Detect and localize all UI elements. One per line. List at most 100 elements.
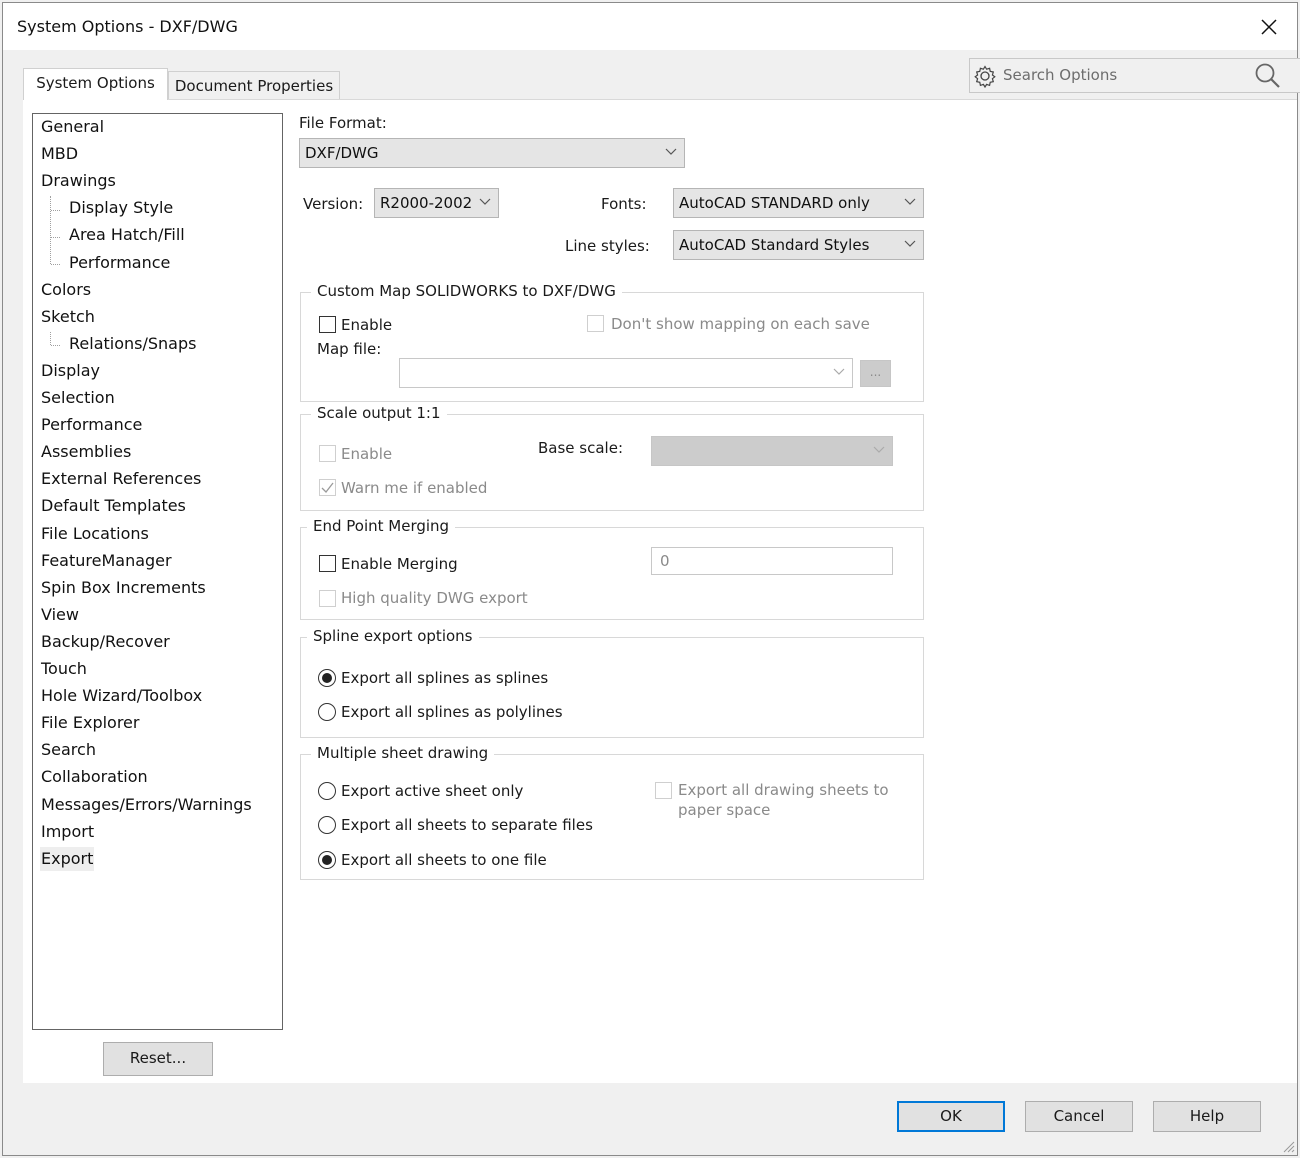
fonts-value: AutoCAD STANDARD only: [679, 194, 870, 212]
tree-item[interactable]: Backup/Recover: [40, 630, 171, 654]
tree-item[interactable]: Performance: [68, 251, 171, 275]
tree-item[interactable]: View: [40, 603, 80, 627]
paper-space-label-line2: paper space: [678, 801, 771, 819]
tree-item[interactable]: Touch: [40, 657, 88, 681]
tree-item[interactable]: Search: [40, 738, 97, 762]
high-quality-dwg-checkbox[interactable]: [319, 590, 336, 607]
chevron-down-icon: [873, 446, 885, 453]
tree-item[interactable]: Collaboration: [40, 765, 149, 789]
tree-item[interactable]: File Explorer: [40, 711, 140, 735]
resize-grip-icon[interactable]: [1281, 1139, 1295, 1153]
tree-item[interactable]: General: [40, 115, 105, 139]
end-point-merging-title: End Point Merging: [307, 517, 456, 535]
tree-item[interactable]: Drawings: [40, 169, 117, 193]
tree-item[interactable]: Export: [40, 846, 95, 871]
version-label: Version:: [303, 195, 364, 213]
ok-button[interactable]: OK: [897, 1101, 1005, 1132]
tree-item[interactable]: Display Style: [68, 196, 174, 220]
help-button[interactable]: Help: [1153, 1101, 1261, 1132]
merge-tolerance-input[interactable]: 0: [651, 547, 893, 575]
warn-if-enabled-label: Warn me if enabled: [341, 479, 488, 497]
file-format-dropdown[interactable]: DXF/DWG: [299, 138, 685, 168]
tree-connector-line: [51, 345, 60, 347]
fonts-dropdown[interactable]: AutoCAD STANDARD only: [673, 188, 924, 218]
custom-map-title: Custom Map SOLIDWORKS to DXF/DWG: [311, 282, 622, 300]
high-quality-dwg-label: High quality DWG export: [341, 589, 528, 607]
map-file-dropdown[interactable]: [399, 358, 853, 388]
tree-item[interactable]: Messages/Errors/Warnings: [40, 793, 253, 817]
tree-item[interactable]: FeatureManager: [40, 549, 173, 573]
export-separate-files-label: Export all sheets to separate files: [341, 816, 593, 834]
close-icon: [1261, 19, 1277, 35]
chevron-down-icon: [665, 148, 677, 155]
line-styles-dropdown[interactable]: AutoCAD Standard Styles: [673, 230, 924, 260]
window-title: System Options - DXF/DWG: [17, 17, 238, 36]
chevron-down-icon: [833, 368, 845, 375]
scale-enable-checkbox[interactable]: [319, 445, 336, 462]
tree-item[interactable]: File Locations: [40, 522, 150, 546]
chevron-down-icon: [904, 198, 916, 205]
search-icon[interactable]: [1254, 62, 1282, 90]
tree-item[interactable]: Relations/Snaps: [68, 332, 197, 356]
custom-map-enable-label: Enable: [341, 316, 393, 334]
base-scale-label: Base scale:: [538, 439, 623, 457]
gear-icon: [974, 65, 996, 88]
splines-as-polylines-label: Export all splines as polylines: [341, 703, 563, 721]
tree-item[interactable]: Sketch: [40, 305, 96, 329]
scale-enable-label: Enable: [341, 445, 393, 463]
tree-item[interactable]: Selection: [40, 386, 116, 410]
tab-system-options[interactable]: System Options: [23, 68, 168, 100]
reset-button[interactable]: Reset...: [103, 1042, 213, 1076]
line-styles-label: Line styles:: [565, 237, 650, 255]
search-input[interactable]: Search Options: [1003, 66, 1117, 84]
line-styles-value: AutoCAD Standard Styles: [679, 236, 870, 254]
splines-as-polylines-radio[interactable]: [318, 703, 336, 721]
checkmark-icon: [321, 482, 334, 493]
base-scale-dropdown[interactable]: [651, 436, 893, 466]
export-one-file-radio[interactable]: [318, 851, 336, 869]
title-bar: System Options - DXF/DWG: [3, 3, 1297, 50]
browse-map-file-button[interactable]: ...: [860, 360, 891, 387]
version-dropdown[interactable]: R2000-2002: [374, 188, 499, 218]
merge-tolerance-value: 0: [660, 552, 670, 570]
export-one-file-label: Export all sheets to one file: [341, 851, 547, 869]
spline-export-group: Spline export options: [300, 627, 924, 738]
dont-show-mapping-label: Don't show mapping on each save: [611, 315, 870, 333]
map-file-label: Map file:: [317, 340, 382, 358]
cancel-button[interactable]: Cancel: [1025, 1101, 1133, 1132]
search-options-box[interactable]: Search Options: [969, 58, 1300, 93]
chevron-down-icon: [479, 198, 491, 205]
close-button[interactable]: [1253, 11, 1285, 43]
tree-connector-line: [51, 209, 60, 211]
splines-as-splines-radio[interactable]: [318, 669, 336, 687]
paper-space-checkbox[interactable]: [655, 782, 672, 799]
export-active-sheet-radio[interactable]: [318, 782, 336, 800]
tree-item[interactable]: Area Hatch/Fill: [68, 223, 186, 247]
tree-item[interactable]: External References: [40, 467, 202, 491]
tree-item[interactable]: Colors: [40, 278, 92, 302]
export-separate-files-radio[interactable]: [318, 816, 336, 834]
tree-connector-line: [51, 236, 60, 238]
dont-show-mapping-checkbox[interactable]: [587, 315, 604, 332]
tree-connector-line: [50, 331, 51, 346]
tree-item[interactable]: Display: [40, 359, 101, 383]
version-value: R2000-2002: [380, 194, 473, 212]
content-area: General MBD Drawings Display Style Area Hatc…: [23, 99, 1297, 1083]
tree-item[interactable]: Performance: [40, 413, 143, 437]
options-tree[interactable]: General MBD Drawings Display Style Area Hatc…: [32, 113, 283, 1030]
tree-item[interactable]: Hole Wizard/Toolbox: [40, 684, 203, 708]
tree-item[interactable]: Spin Box Increments: [40, 576, 207, 600]
tree-item[interactable]: Assemblies: [40, 440, 132, 464]
tree-item[interactable]: Default Templates: [40, 494, 187, 518]
enable-merging-checkbox[interactable]: [319, 555, 336, 572]
custom-map-enable-checkbox[interactable]: [319, 316, 336, 333]
tree-connector-line: [51, 264, 60, 266]
warn-if-enabled-checkbox[interactable]: [319, 479, 336, 496]
paper-space-label-line1: Export all drawing sheets to: [678, 781, 889, 799]
tree-item[interactable]: MBD: [40, 142, 79, 166]
chevron-down-icon: [904, 240, 916, 247]
tree-item[interactable]: Import: [40, 820, 95, 844]
enable-merging-label: Enable Merging: [341, 555, 458, 573]
tab-document-properties[interactable]: Document Properties: [168, 71, 340, 99]
system-options-dialog: System Options - DXF/DWG System Options …: [2, 2, 1300, 1156]
